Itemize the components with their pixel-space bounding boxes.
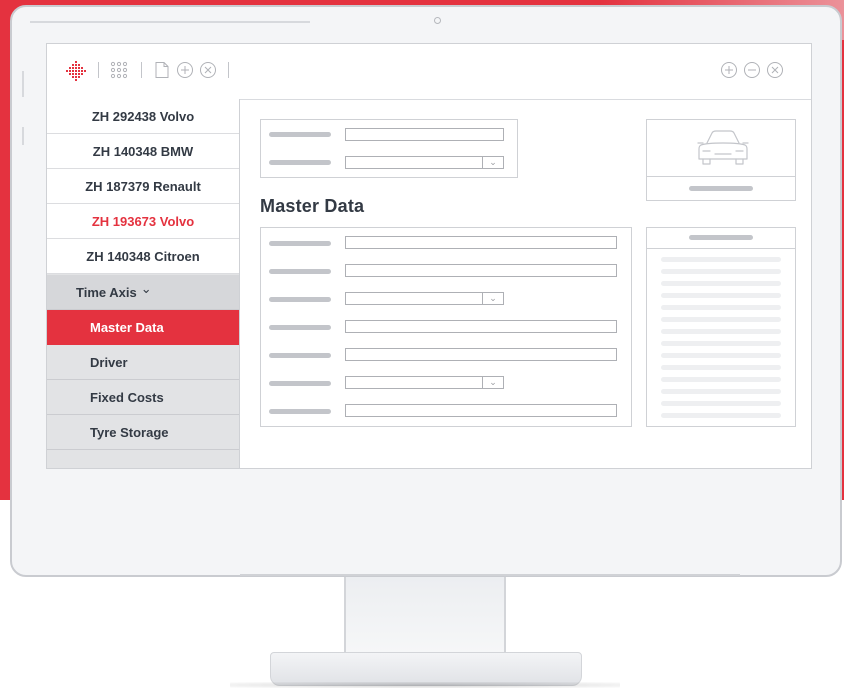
- panel-divider: [647, 248, 795, 249]
- time-axis-toggle[interactable]: Time Axis ⌄: [47, 275, 239, 310]
- toolbar: [47, 44, 811, 100]
- field-label: [269, 160, 331, 165]
- vehicle-item[interactable]: ZH 140348 BMW: [47, 134, 239, 169]
- nav-item-fixed-costs[interactable]: Fixed Costs: [47, 380, 239, 415]
- list-item: [661, 377, 781, 382]
- panel-divider: [647, 176, 795, 177]
- monitor-neck: [344, 577, 506, 653]
- page-title: Master Data: [260, 196, 365, 216]
- sidebar: ZH 292438 Volvo ZH 140348 BMW ZH 187379 …: [47, 99, 239, 468]
- toolbar-separator: [228, 62, 229, 78]
- car-icon: [697, 130, 749, 165]
- vehicle-item-label: ZH 140348 BMW: [92, 143, 194, 159]
- master-data-form: ⌄ ⌄: [260, 227, 632, 427]
- list-item: [661, 401, 781, 406]
- nav-item-label: Tyre Storage: [90, 424, 169, 440]
- list-item: [661, 305, 781, 310]
- monitor-highlight: [22, 127, 24, 145]
- list-item: [661, 329, 781, 334]
- select-field[interactable]: ⌄: [345, 156, 504, 169]
- monitor-shadow: [230, 682, 620, 688]
- text-field[interactable]: [345, 128, 504, 141]
- list-item: [661, 341, 781, 346]
- vehicle-item-label: ZH 140348 Citroen: [86, 248, 200, 264]
- list-item: [661, 317, 781, 322]
- nav-item-label: Fixed Costs: [90, 389, 164, 405]
- text-field[interactable]: [345, 264, 617, 277]
- plus-circle-icon[interactable]: [720, 61, 738, 79]
- close-circle-icon[interactable]: [199, 61, 217, 79]
- monitor-foot: [270, 652, 582, 686]
- grid-icon[interactable]: [110, 61, 128, 79]
- monitor-highlight: [30, 21, 310, 23]
- field-label: [269, 325, 331, 330]
- list-item: [661, 389, 781, 394]
- monitor-highlight: [240, 574, 740, 576]
- summary-form: ⌄: [260, 119, 518, 178]
- detail-list-panel: [646, 227, 796, 427]
- nav-item-master-data[interactable]: Master Data: [47, 310, 239, 345]
- select-field[interactable]: ⌄: [345, 292, 504, 305]
- vehicle-item-selected[interactable]: ZH 193673 Volvo: [47, 204, 239, 239]
- panel-title-placeholder: [689, 235, 753, 240]
- plus-circle-icon[interactable]: [176, 61, 194, 79]
- chevron-down-icon: ⌄: [482, 157, 503, 168]
- select-field[interactable]: ⌄: [345, 376, 504, 389]
- vehicle-item-label: ZH 193673 Volvo: [91, 213, 195, 229]
- app-window: ZH 292438 Volvo ZH 140348 BMW ZH 187379 …: [46, 43, 812, 469]
- chevron-down-icon: ⌄: [482, 377, 503, 388]
- vehicle-item-label: ZH 187379 Renault: [85, 178, 201, 194]
- section-label: Time Axis: [76, 284, 137, 300]
- list-item: [661, 269, 781, 274]
- logo-icon: [66, 61, 86, 81]
- monitor-highlight: [22, 71, 24, 97]
- nav-item-tyre-storage[interactable]: Tyre Storage: [47, 415, 239, 450]
- text-field[interactable]: [345, 236, 617, 249]
- vehicle-image-panel: [646, 119, 796, 201]
- camera-icon: [434, 17, 441, 24]
- field-label: [269, 353, 331, 358]
- vehicle-item[interactable]: ZH 140348 Citroen: [47, 239, 239, 274]
- nav-item-label: Master Data: [90, 320, 164, 335]
- vehicle-item[interactable]: ZH 187379 Renault: [47, 169, 239, 204]
- chevron-down-icon: ⌄: [140, 281, 152, 296]
- sidebar-divider: [239, 99, 240, 468]
- list-item: [661, 281, 781, 286]
- chevron-down-icon: ⌄: [482, 293, 503, 304]
- text-field[interactable]: [345, 404, 617, 417]
- caption-placeholder: [689, 186, 753, 191]
- text-field[interactable]: [345, 348, 617, 361]
- field-label: [269, 241, 331, 246]
- text-field[interactable]: [345, 320, 617, 333]
- close-circle-icon[interactable]: [766, 61, 784, 79]
- field-label: [269, 409, 331, 414]
- list-item: [661, 353, 781, 358]
- list-item: [661, 413, 781, 418]
- field-label: [269, 132, 331, 137]
- document-icon[interactable]: [153, 61, 171, 79]
- vehicle-item-label: ZH 292438 Volvo: [91, 108, 195, 124]
- vehicle-item[interactable]: ZH 292438 Volvo: [47, 99, 239, 134]
- list-item: [661, 257, 781, 262]
- field-label: [269, 381, 331, 386]
- toolbar-separator: [141, 62, 142, 78]
- minus-circle-icon[interactable]: [743, 61, 761, 79]
- nav-item-label: Driver: [90, 354, 128, 370]
- list-item: [661, 293, 781, 298]
- toolbar-separator: [98, 62, 99, 78]
- field-label: [269, 269, 331, 274]
- list-item: [661, 365, 781, 370]
- nav-item-driver[interactable]: Driver: [47, 345, 239, 380]
- field-label: [269, 297, 331, 302]
